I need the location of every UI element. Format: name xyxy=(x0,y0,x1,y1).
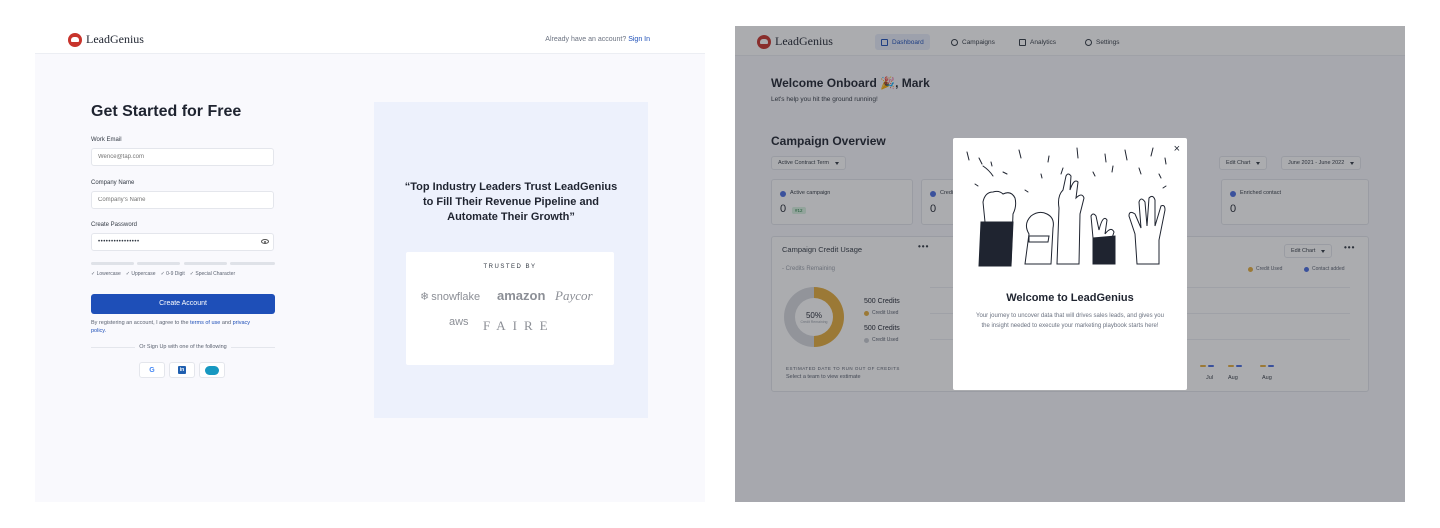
sign-in-link[interactable]: Sign In xyxy=(628,36,650,43)
strength-segment xyxy=(137,262,180,265)
legal-and: and xyxy=(221,320,232,326)
brand-name: LeadGenius xyxy=(86,32,144,46)
company-field[interactable] xyxy=(91,191,274,209)
trusted-by-label: TRUSTED BY xyxy=(483,264,537,270)
rule-uppercase: Uppercase xyxy=(126,271,155,277)
snowflake-logo: ❄ snowflake xyxy=(420,290,481,304)
aws-logo: aws xyxy=(449,316,469,328)
signup-page: LeadGenius Already have an account? Sign… xyxy=(35,26,705,502)
welcome-modal: × Welcome to LeadGenius Your journey to … xyxy=(953,138,1187,390)
create-account-button[interactable]: Create Account xyxy=(91,294,275,314)
testimonial-panel: “Top Industry Leaders Trust LeadGenius t… xyxy=(374,102,648,418)
page-title: Get Started for Free xyxy=(91,103,242,120)
celebration-illustration xyxy=(966,147,1167,267)
legal-prefix: By registering an account, I agree to th… xyxy=(91,320,189,326)
or-signup-text: Or Sign Up with one of the following xyxy=(139,344,227,350)
rule-lowercase: Lowercase xyxy=(91,271,121,277)
account-prompt: Already have an account? Sign In xyxy=(545,36,650,43)
email-field[interactable] xyxy=(91,148,274,166)
dashboard-page: LeadGenius Dashboard Campaigns Analytics… xyxy=(735,26,1405,502)
google-icon: G xyxy=(149,366,155,374)
snowflake-icon: ❄ xyxy=(420,291,430,303)
company-label: Company Name xyxy=(91,180,135,186)
trusted-by-card: TRUSTED BY ❄ snowflake amazon Paycor aws… xyxy=(406,252,614,365)
rule-digit: 0-9 Digit xyxy=(161,271,185,277)
signup-logo[interactable]: LeadGenius xyxy=(68,32,144,47)
salesforce-signup-button[interactable] xyxy=(199,362,225,378)
password-field[interactable]: •••••••••••••••• xyxy=(91,233,274,251)
strength-segment xyxy=(230,262,275,265)
strength-segment xyxy=(184,262,227,265)
email-label: Work Email xyxy=(91,137,122,143)
eye-icon[interactable] xyxy=(261,239,269,244)
linkedin-icon: in xyxy=(178,366,186,374)
password-label: Create Password xyxy=(91,222,138,228)
rule-special: Special Character xyxy=(190,271,235,277)
legal-notice: By registering an account, I agree to th… xyxy=(91,319,261,335)
paycor-logo: Paycor xyxy=(555,288,593,303)
terms-link[interactable]: terms of use xyxy=(190,320,220,326)
snowflake-wordmark: snowflake xyxy=(431,290,481,303)
modal-body: Your journey to uncover data that will d… xyxy=(976,313,1164,329)
linkedin-signup-button[interactable]: in xyxy=(169,362,195,378)
modal-title: Welcome to LeadGenius xyxy=(1006,292,1134,304)
salesforce-icon xyxy=(205,365,219,375)
strength-segment xyxy=(91,262,134,265)
close-icon[interactable]: × xyxy=(1174,144,1180,155)
password-rules: Lowercase Uppercase 0-9 Digit Special Ch… xyxy=(91,271,236,277)
leadgenius-logo-icon xyxy=(68,32,82,47)
signup-header: LeadGenius Already have an account? Sign… xyxy=(35,26,705,54)
faire-logo: FAIRE xyxy=(483,318,555,333)
account-prompt-text: Already have an account? xyxy=(545,36,627,43)
amazon-logo: amazon xyxy=(497,288,546,303)
google-signup-button[interactable]: G xyxy=(139,362,165,378)
testimonial-quote: “Top Industry Leaders Trust LeadGenius t… xyxy=(404,181,618,223)
